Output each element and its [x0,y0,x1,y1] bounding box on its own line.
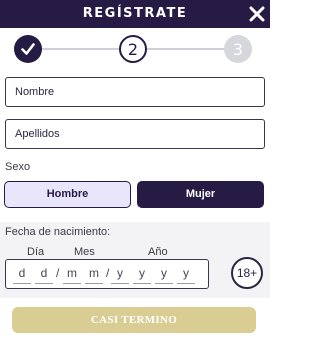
birthdate-input[interactable]: d d / m m / y y y y [5,259,209,289]
year-digit-input[interactable]: y [111,266,129,284]
day-digit-input[interactable]: d [13,266,31,284]
birthdate-label: Fecha de nacimiento: [5,226,111,238]
year-digit-input[interactable]: y [133,266,151,284]
birthdate-section: Fecha de nacimiento: Día Mes Año d d / m… [0,222,270,298]
sexo-label: Sexo [5,161,31,173]
page-title: REGÍSTRATE [82,6,188,21]
step-connector [147,48,224,50]
month-digit-input[interactable]: m [85,266,103,284]
date-separator: / [106,266,110,280]
month-digit-input[interactable]: m [63,266,81,284]
day-digit-input[interactable]: d [35,266,53,284]
age-18-plus-badge: 18+ [231,257,263,289]
date-separator: / [56,266,60,280]
month-column-label: Mes [74,246,95,258]
year-digit-input[interactable]: y [177,266,195,284]
registration-stepper: 2 3 [0,28,270,70]
mujer-button[interactable]: Mujer [137,181,264,208]
day-column-label: Día [27,246,45,258]
nombre-input[interactable] [5,77,265,107]
close-button[interactable] [248,5,266,23]
year-column-label: Año [148,246,168,258]
step-1-completed [14,35,42,63]
hombre-button[interactable]: Hombre [4,181,131,208]
close-icon [249,6,265,22]
header-bar: REGÍSTRATE [0,0,270,28]
apellidos-input[interactable] [5,119,265,149]
step-3-inactive: 3 [224,35,252,63]
check-icon [21,43,35,55]
step-connector [42,48,119,50]
submit-button[interactable]: CASI TERMINO [12,307,256,333]
year-digit-input[interactable]: y [155,266,173,284]
step-2-active: 2 [119,35,147,63]
